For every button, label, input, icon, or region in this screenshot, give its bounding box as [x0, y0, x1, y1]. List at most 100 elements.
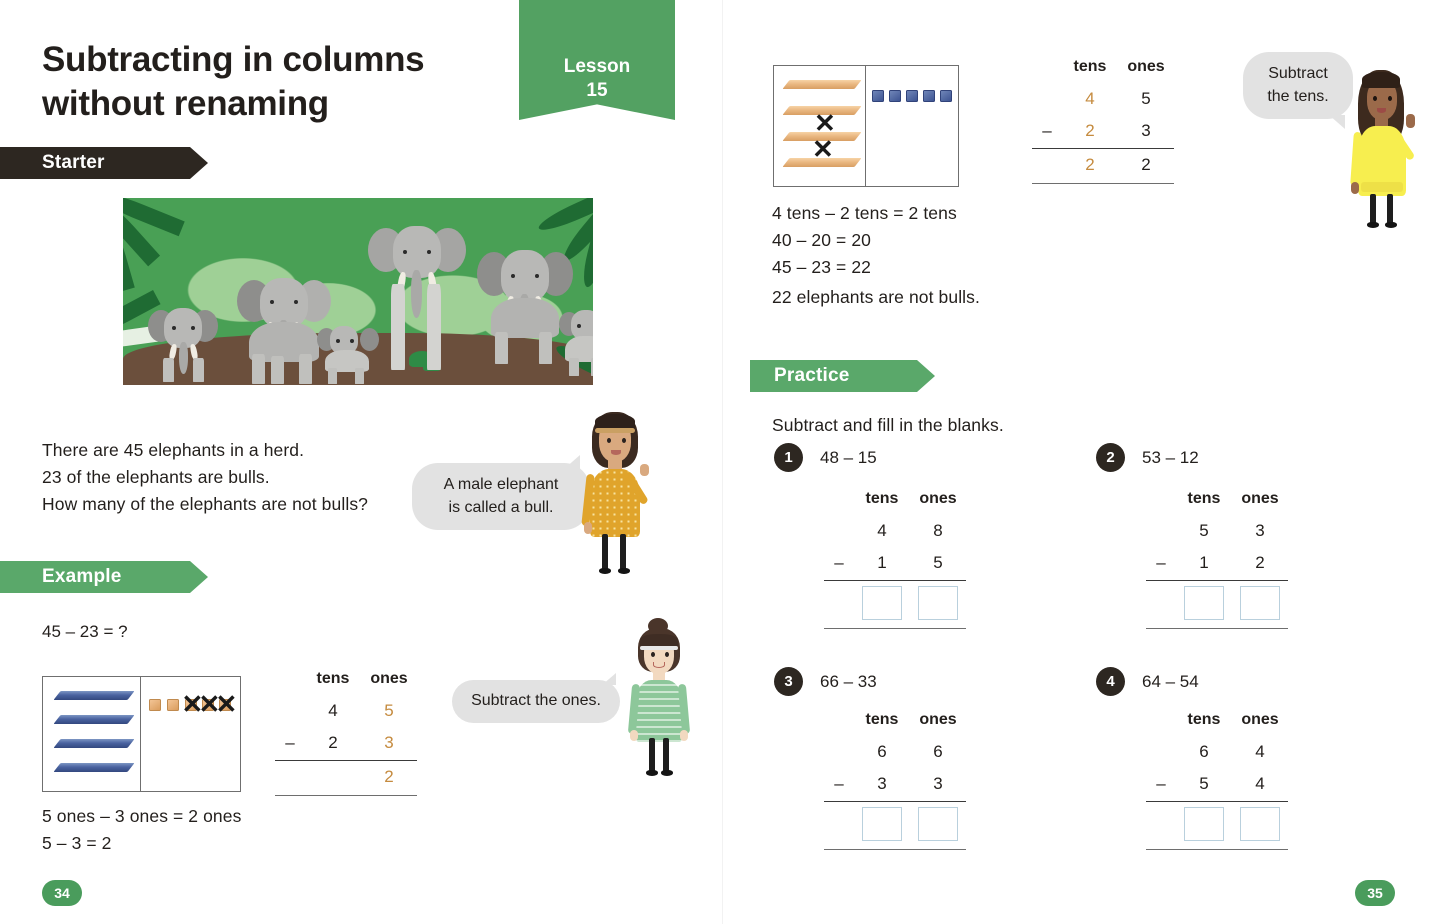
result-ones: 2 [361, 759, 417, 793]
spacer-cell [1176, 847, 1232, 850]
answer-box-ones[interactable] [918, 806, 958, 841]
page-number-left: 34 [42, 880, 82, 906]
spacer-cell [854, 626, 910, 629]
minus-operator: – [285, 733, 295, 753]
answer-cell-tens[interactable] [1176, 579, 1232, 626]
practice-instruction: Subtract and fill in the blanks. [772, 415, 1004, 435]
result-tens [305, 759, 361, 793]
elephant-figure [368, 226, 466, 374]
column-header-ones: ones [1241, 711, 1279, 728]
speech-bubble-tail [1329, 115, 1345, 130]
minuend-tens: 5 [1199, 520, 1209, 540]
elephant-figure [477, 248, 573, 364]
minus-operator: – [834, 774, 844, 794]
answer-box-tens[interactable] [1184, 806, 1224, 841]
page-spine [722, 0, 723, 924]
speech-bubble-tail [564, 455, 580, 469]
spacer-cell [854, 847, 910, 850]
minuend-ones: 4 [1255, 741, 1265, 761]
answer-box-ones[interactable] [1240, 806, 1280, 841]
minuend-tens: 4 [877, 520, 887, 540]
column-header-ones: ones [1127, 58, 1165, 75]
question-number-badge: 4 [1096, 667, 1125, 696]
question-expression: 66 – 33 [820, 672, 877, 691]
section-banner-starter-label: Starter [42, 152, 105, 173]
spacer-cell [910, 626, 966, 629]
speech-bubble-ones-text: Subtract the ones. [471, 692, 601, 709]
spacer-cell [1146, 484, 1176, 514]
minuend-ones: 6 [933, 741, 943, 761]
lesson-ribbon-label: Lesson [563, 56, 631, 77]
tens-blocks-area: ✕ ✕ [774, 66, 866, 186]
example-tens-conclusion-line1: 4 tens – 2 tens = 2 tens [772, 203, 957, 223]
practice-sum-1: tens ones 4 8 – 1 5 [824, 484, 966, 629]
answer-cell-tens[interactable] [854, 579, 910, 626]
character-orange-girl [580, 412, 650, 580]
elephants-jungle-illustration [123, 198, 593, 385]
question-number-badge: 2 [1096, 443, 1125, 472]
answer-cell-ones[interactable] [910, 800, 966, 847]
spacer-cell [361, 793, 417, 796]
starter-line-2: 23 of the elephants are bulls. [42, 466, 270, 487]
spacer-cell [1146, 514, 1176, 547]
answer-cell-ones[interactable] [910, 579, 966, 626]
practice-sum-2: tens ones 5 3 – 1 2 [1146, 484, 1288, 629]
page-title: Subtracting in columns without renaming [42, 40, 425, 123]
section-banner-practice-label: Practice [774, 365, 850, 386]
answer-box-tens[interactable] [862, 806, 902, 841]
spacer-cell [1032, 181, 1062, 184]
spacer-cell [824, 735, 854, 768]
minus-operator: – [834, 553, 844, 573]
answer-cell-tens[interactable] [1176, 800, 1232, 847]
starter-line-1: There are 45 elephants in a herd. [42, 440, 305, 460]
subtrahend-tens: 3 [877, 774, 887, 794]
subtrahend-tens: 5 [1199, 774, 1209, 794]
answer-cell-ones[interactable] [1232, 579, 1288, 626]
example-conclusion-line1: 5 ones – 3 ones = 2 ones [42, 806, 242, 826]
spacer-cell [824, 579, 854, 626]
column-header-tens: tens [865, 490, 899, 507]
spacer-cell [824, 514, 854, 547]
spacer-cell [1146, 735, 1176, 768]
baby-elephant-figure [317, 326, 379, 384]
minuend-ones: 5 [384, 700, 394, 720]
spacer-cell [824, 847, 854, 850]
minuend-ones: 5 [1141, 88, 1151, 108]
speech-bubble-bull-line1: A male elephant [443, 476, 559, 493]
answer-box-tens[interactable] [1184, 585, 1224, 620]
spacer-cell [910, 847, 966, 850]
subtrahend-ones: 2 [1255, 553, 1265, 573]
example-answer-statement: 22 elephants are not bulls. [772, 287, 980, 307]
answer-cell-ones[interactable] [1232, 800, 1288, 847]
spacer-cell [1146, 705, 1176, 735]
character-yellow-girl [1348, 70, 1416, 230]
spacer-cell [275, 664, 305, 694]
answer-box-ones[interactable] [1240, 585, 1280, 620]
column-header-tens: tens [1187, 490, 1221, 507]
lesson-ribbon-number: 15 [586, 80, 608, 102]
elephant-figure [559, 310, 593, 376]
starter-line-3: How many of the elephants are not bulls? [42, 493, 368, 514]
cross-out-mark: ✕ [215, 689, 238, 719]
column-header-tens: tens [316, 670, 350, 687]
starter-problem-text: There are 45 elephants in a herd. 23 of … [42, 437, 442, 517]
spacer-cell [824, 626, 854, 629]
example-equation: 45 – 23 = ? [42, 622, 128, 641]
spacer-cell [824, 705, 854, 735]
answer-box-tens[interactable] [862, 585, 902, 620]
cross-out-mark: ✕ [814, 108, 836, 138]
answer-cell-tens[interactable] [854, 800, 910, 847]
answer-box-ones[interactable] [918, 585, 958, 620]
column-header-ones: ones [919, 490, 957, 507]
speech-bubble-subtract-ones: Subtract the ones. [452, 673, 620, 723]
practice-sum-3: tens ones 6 6 – 3 3 [824, 705, 966, 850]
section-banner-practice: Practice [750, 360, 935, 392]
subtrahend-tens: 1 [1199, 553, 1209, 573]
spacer-cell [1032, 147, 1062, 181]
ones-blocks-area [866, 66, 958, 186]
question-expression: 48 – 15 [820, 448, 877, 467]
subtrahend-ones: 4 [1255, 774, 1265, 794]
column-header-tens: tens [1187, 711, 1221, 728]
column-header-ones: ones [1241, 490, 1279, 507]
elephant-figure [148, 306, 218, 382]
